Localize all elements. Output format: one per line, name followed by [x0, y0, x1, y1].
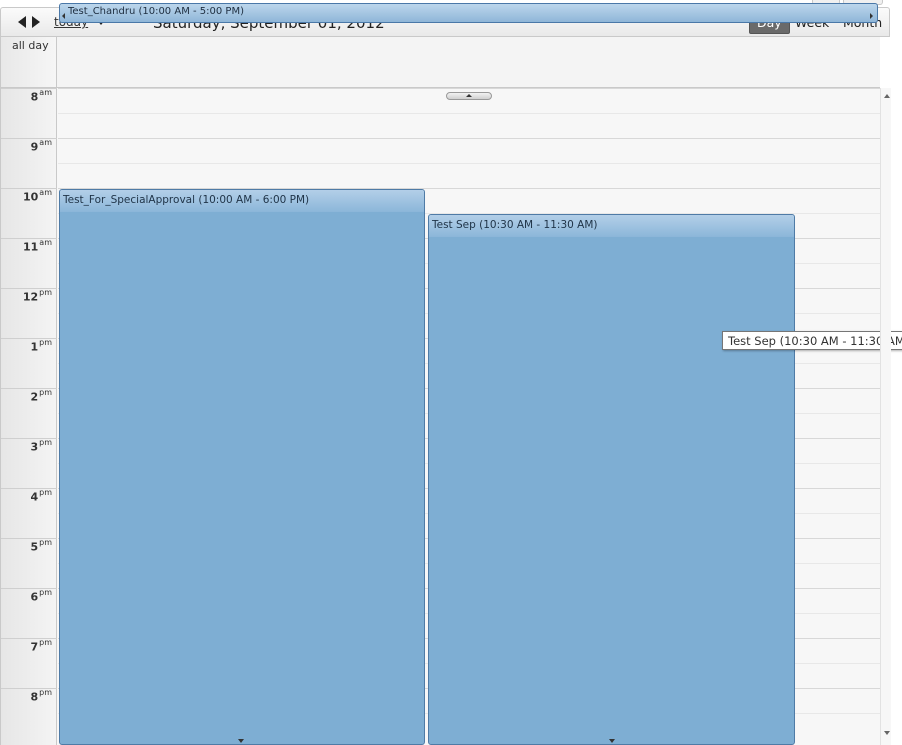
- hour-suffix: pm: [39, 388, 52, 397]
- half-hour-line: [58, 163, 880, 164]
- hour-number: 5: [30, 540, 39, 554]
- event-test-sep[interactable]: Test Sep (10:30 AM - 11:30 AM): [428, 214, 795, 745]
- hour-number: 8: [30, 690, 39, 704]
- hour-number: 2: [30, 390, 39, 404]
- vertical-scrollbar[interactable]: [880, 88, 891, 745]
- hour-suffix: pm: [39, 588, 52, 597]
- hour-label: 11am: [22, 238, 52, 254]
- hour-number: 7: [30, 640, 39, 654]
- hour-label: 1pm: [30, 338, 52, 354]
- hour-label: 9am: [30, 138, 52, 154]
- hour-suffix: pm: [39, 538, 52, 547]
- triangle-right-icon[interactable]: [32, 16, 40, 28]
- all-day-row: all day: [0, 37, 880, 88]
- all-day-event-title: Test_Chandru (10:00 AM - 5:00 PM): [68, 6, 244, 17]
- hour-label: 8pm: [30, 688, 52, 704]
- hour-number: 3: [30, 440, 39, 454]
- hour-label: 3pm: [30, 438, 52, 454]
- hour-suffix: pm: [39, 288, 52, 297]
- hour-number: 9: [30, 140, 39, 154]
- hour-line: [58, 138, 880, 139]
- all-day-gutter: all day: [1, 37, 57, 87]
- hour-suffix: am: [39, 88, 52, 97]
- hour-line: [58, 88, 880, 89]
- hour-label: 7pm: [30, 638, 52, 654]
- hour-label: 5pm: [30, 538, 52, 554]
- hour-suffix: pm: [39, 488, 52, 497]
- scroll-down-arrow-icon[interactable]: [884, 731, 890, 735]
- hour-suffix: am: [39, 238, 52, 247]
- hour-number: 6: [30, 590, 39, 604]
- hour-suffix: am: [39, 188, 52, 197]
- all-day-area[interactable]: [58, 37, 880, 87]
- scroll-up-button[interactable]: [446, 92, 492, 100]
- hour-label: 8am: [30, 88, 52, 104]
- hour-number: 1: [30, 340, 39, 354]
- hour-number: 8: [30, 90, 39, 104]
- hour-number: 10: [22, 190, 39, 204]
- more-below-icon: [609, 739, 615, 743]
- hour-number: 4: [30, 490, 39, 504]
- hour-number: 12: [22, 290, 39, 304]
- scroll-up-arrow-icon[interactable]: [884, 94, 890, 98]
- continues-right-icon: [870, 13, 873, 19]
- hour-suffix: pm: [39, 438, 52, 447]
- continues-left-icon: [62, 13, 65, 19]
- hour-label: 4pm: [30, 488, 52, 504]
- hour-label: 2pm: [30, 388, 52, 404]
- event-special-approval[interactable]: Test_For_SpecialApproval (10:00 AM - 6:0…: [59, 189, 425, 745]
- more-below-icon: [238, 739, 244, 743]
- triangle-left-icon[interactable]: [18, 16, 26, 28]
- time-grid[interactable]: 8am 9am 10am 11am 12pm 1pm 2pm 3pm 4pm 5pm 6pm 7pm 8…: [0, 88, 880, 745]
- hour-suffix: pm: [39, 638, 52, 647]
- hour-number: 11: [22, 240, 39, 254]
- hour-label: 12pm: [22, 288, 52, 304]
- event-tooltip: Test Sep (10:30 AM - 11:30 AM): [722, 331, 902, 350]
- hour-label: 10am: [22, 188, 52, 204]
- hour-label: 6pm: [30, 588, 52, 604]
- event-title: Test_For_SpecialApproval (10:00 AM - 6:0…: [60, 190, 424, 212]
- hour-suffix: pm: [39, 338, 52, 347]
- all-day-label: all day: [12, 39, 49, 52]
- hour-suffix: pm: [39, 688, 52, 697]
- all-day-event[interactable]: Test_Chandru (10:00 AM - 5:00 PM): [59, 3, 878, 23]
- hour-suffix: am: [39, 138, 52, 147]
- event-title: Test Sep (10:30 AM - 11:30 AM): [429, 215, 794, 237]
- half-hour-line: [58, 113, 880, 114]
